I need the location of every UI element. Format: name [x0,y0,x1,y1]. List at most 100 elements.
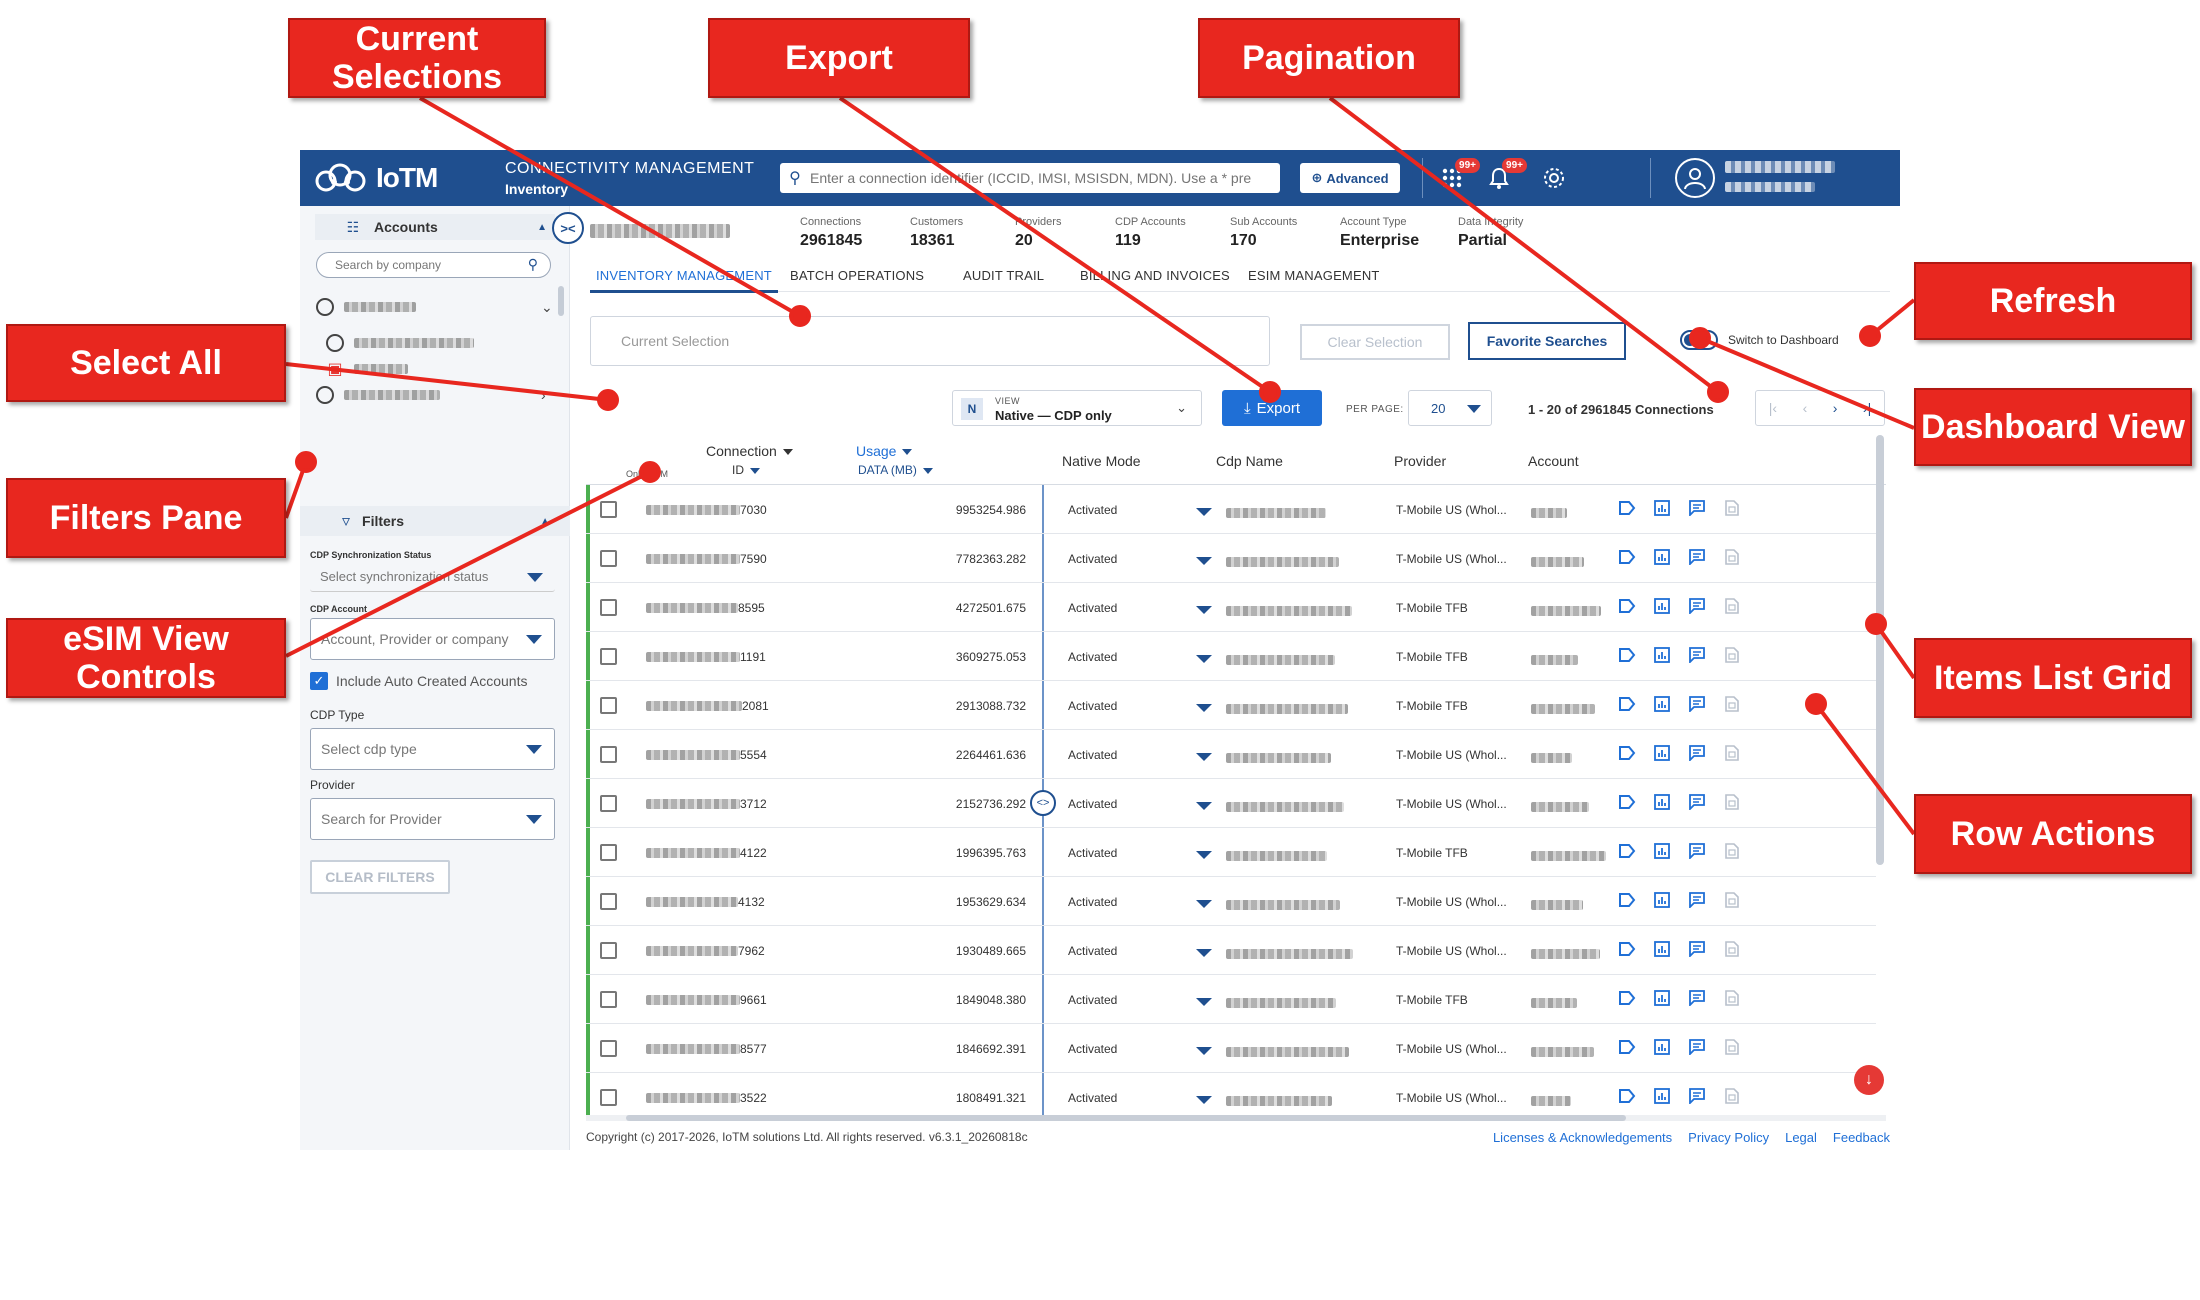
chevron-down-icon[interactable] [1196,900,1212,908]
chevron-down-icon[interactable] [1196,557,1212,565]
sidebar-scrollbar[interactable] [558,286,564,316]
col-account[interactable]: Account [1528,453,1579,469]
usage-chart-icon[interactable] [1651,644,1673,666]
tag-icon[interactable] [1616,791,1638,813]
account-tree-item[interactable] [326,330,474,356]
usage-chart-icon[interactable] [1651,595,1673,617]
col-connection[interactable]: Connection [706,443,793,459]
usage-chart-icon[interactable] [1651,840,1673,862]
chevron-down-icon[interactable] [1196,802,1212,810]
message-icon[interactable] [1686,1036,1708,1058]
message-icon[interactable] [1686,742,1708,764]
chevron-down-icon[interactable] [1196,1096,1212,1104]
tag-icon[interactable] [1616,1036,1638,1058]
tag-icon[interactable] [1616,938,1638,960]
table-row[interactable]: 7030 9953254.986 Activated T-Mobile US (Who… [586,485,1876,534]
tab-esim-management[interactable]: ESIM MANAGEMENT [1248,268,1380,283]
usage-chart-icon[interactable] [1651,791,1673,813]
cdp-sync-select[interactable]: Select synchronization status [310,562,555,592]
logo[interactable]: IoTM [314,162,438,194]
chevron-down-icon[interactable]: ⌄ [541,299,553,316]
legal-link[interactable]: Legal [1785,1130,1817,1145]
sim-card-icon[interactable] [1721,644,1743,666]
message-icon[interactable] [1686,693,1708,715]
account-tree-item[interactable]: ▣ [326,356,408,382]
usage-chart-icon[interactable] [1651,987,1673,1009]
message-icon[interactable] [1686,791,1708,813]
filters-section-header[interactable]: ▿ Filters ▲ [300,506,570,536]
column-resize-handle[interactable]: <> [1030,790,1056,816]
sim-card-icon[interactable] [1721,938,1743,960]
sim-card-icon[interactable] [1721,1085,1743,1107]
tab-audit-trail[interactable]: AUDIT TRAIL [963,268,1044,283]
connection-id-cell[interactable]: 2081 [646,699,769,713]
settings-gear-icon[interactable] [1540,164,1568,192]
prev-page-icon[interactable]: ‹ [1803,400,1808,416]
usage-chart-icon[interactable] [1651,693,1673,715]
tag-icon[interactable] [1616,644,1638,666]
col-id[interactable]: ID [732,463,760,477]
row-checkbox[interactable] [600,746,617,763]
table-row[interactable]: 8577 1846692.391 Activated T-Mobile US (Who… [586,1024,1876,1073]
user-menu[interactable] [1675,158,1835,198]
table-row[interactable]: 3712 2152736.292 Activated T-Mobile US (Who… [586,779,1876,828]
only-esim-toggle[interactable]: Only eSIM [626,469,668,479]
tag-icon[interactable] [1616,987,1638,1009]
feedback-link[interactable]: Feedback [1833,1130,1890,1145]
chevron-down-icon[interactable] [1196,851,1212,859]
chevron-right-icon[interactable]: › [541,387,546,403]
table-row[interactable]: 7590 7782363.282 Activated T-Mobile US (Who… [586,534,1876,583]
tag-icon[interactable] [1616,497,1638,519]
connection-id-cell[interactable]: 7030 [646,503,767,517]
message-icon[interactable] [1686,595,1708,617]
chevron-down-icon[interactable] [1196,949,1212,957]
collapse-sidebar-button[interactable]: >< [552,212,584,244]
connection-id-cell[interactable]: 9661 [646,993,767,1007]
row-checkbox[interactable] [600,844,617,861]
col-native-mode[interactable]: Native Mode [1062,453,1141,469]
sim-card-icon[interactable] [1721,693,1743,715]
tab-batch-operations[interactable]: BATCH OPERATIONS [790,268,924,283]
accounts-section-header[interactable]: ☷ Accounts ▲ [315,214,555,240]
connection-id-cell[interactable]: 5554 [646,748,767,762]
clear-filters-button[interactable]: CLEAR FILTERS [310,860,450,894]
connection-id-cell[interactable]: 8595 [646,601,765,615]
row-checkbox[interactable] [600,501,617,518]
message-icon[interactable] [1686,644,1708,666]
usage-chart-icon[interactable] [1651,742,1673,764]
tag-icon[interactable] [1616,889,1638,911]
row-checkbox[interactable] [600,893,617,910]
chevron-down-icon[interactable] [1196,508,1212,516]
chevron-down-icon[interactable] [1196,704,1212,712]
usage-chart-icon[interactable] [1651,497,1673,519]
sim-card-icon[interactable] [1721,840,1743,862]
sim-card-icon[interactable] [1721,791,1743,813]
row-checkbox[interactable] [600,991,617,1008]
tag-icon[interactable] [1616,693,1638,715]
message-icon[interactable] [1686,987,1708,1009]
connection-id-cell[interactable]: 3522 [646,1091,767,1105]
favorite-searches-button[interactable]: Favorite Searches [1468,322,1626,360]
toggle-switch[interactable] [1680,330,1718,350]
chevron-down-icon[interactable] [1196,655,1212,663]
tab-inventory-management[interactable]: INVENTORY MANAGEMENT [590,268,778,293]
chevron-down-icon[interactable] [1196,753,1212,761]
message-icon[interactable] [1686,938,1708,960]
chevron-down-icon[interactable] [1196,1047,1212,1055]
chevron-down-icon[interactable] [1196,998,1212,1006]
table-row[interactable]: 4132 1953629.634 Activated T-Mobile US (Who… [586,877,1876,926]
message-icon[interactable] [1686,546,1708,568]
table-row[interactable]: 5554 2264461.636 Activated T-Mobile US (Who… [586,730,1876,779]
usage-chart-icon[interactable] [1651,1085,1673,1107]
licenses-link[interactable]: Licenses & Acknowledgements [1493,1130,1672,1145]
sim-card-icon[interactable] [1721,987,1743,1009]
row-checkbox[interactable] [600,599,617,616]
row-checkbox[interactable] [600,648,617,665]
row-checkbox[interactable] [600,1089,617,1106]
col-data-mb[interactable]: DATA (MB) [858,463,933,477]
chevron-down-icon[interactable] [1196,606,1212,614]
connection-search-input[interactable] [810,170,1280,186]
tag-icon[interactable] [1616,1085,1638,1107]
grid-vertical-scrollbar[interactable] [1876,435,1884,865]
sim-card-icon[interactable] [1721,546,1743,568]
